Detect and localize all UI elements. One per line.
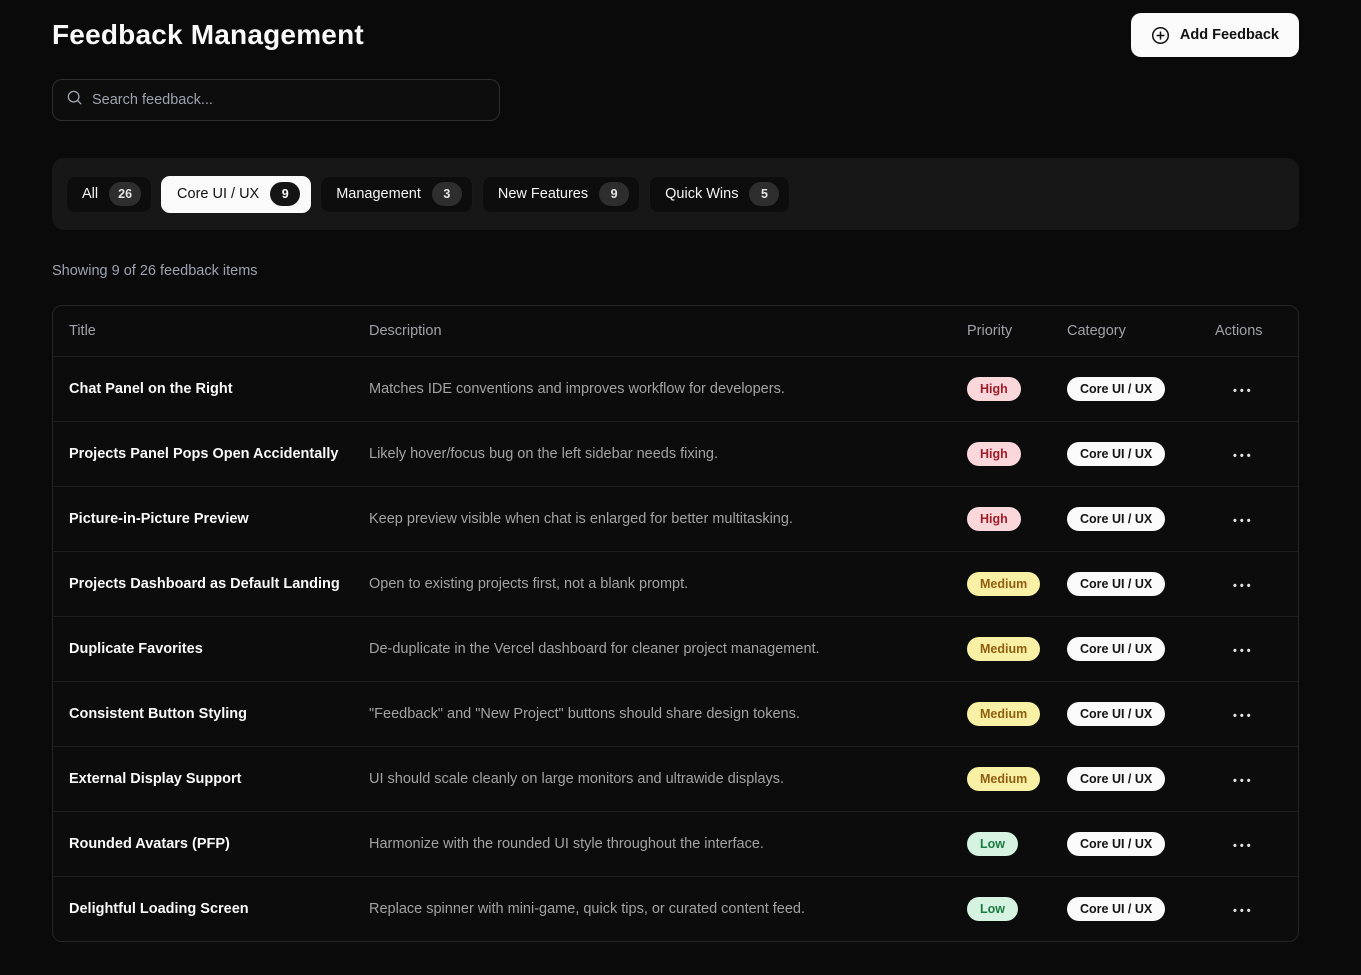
- feedback-description: Harmonize with the rounded UI style thro…: [369, 836, 967, 852]
- row-actions-button[interactable]: •••: [1223, 766, 1264, 793]
- category-badge: Core UI / UX: [1067, 507, 1165, 532]
- ellipsis-icon: •••: [1233, 710, 1254, 722]
- category-badge: Core UI / UX: [1067, 897, 1165, 922]
- category-badge: Core UI / UX: [1067, 377, 1165, 402]
- column-header-priority: Priority: [967, 323, 1067, 339]
- category-badge: Core UI / UX: [1067, 442, 1165, 467]
- page-title: Feedback Management: [52, 13, 364, 51]
- feedback-description: De-duplicate in the Vercel dashboard for…: [369, 641, 967, 657]
- table-row: Chat Panel on the RightMatches IDE conve…: [53, 356, 1298, 421]
- priority-badge: Low: [967, 897, 1018, 922]
- filter-tab-new-features[interactable]: New Features 9: [482, 176, 640, 213]
- ellipsis-icon: •••: [1233, 775, 1254, 787]
- row-actions-button[interactable]: •••: [1223, 701, 1264, 728]
- row-actions-button[interactable]: •••: [1223, 506, 1264, 533]
- filter-tab-all[interactable]: All 26: [66, 176, 152, 213]
- feedback-title: Consistent Button Styling: [69, 706, 369, 722]
- row-actions-button[interactable]: •••: [1223, 441, 1264, 468]
- filter-tab-label: Management: [336, 186, 421, 202]
- priority-badge: High: [967, 377, 1021, 402]
- filter-tab-count-badge: 9: [270, 182, 300, 206]
- column-header-description: Description: [369, 323, 967, 339]
- priority-badge: High: [967, 442, 1021, 467]
- table-row: Delightful Loading ScreenReplace spinner…: [53, 876, 1298, 941]
- feedback-management-page: Feedback Management Add Feedback: [0, 0, 1351, 942]
- row-actions-button[interactable]: •••: [1223, 636, 1264, 663]
- filter-tab-count-badge: 3: [432, 182, 462, 206]
- row-actions-button[interactable]: •••: [1223, 376, 1264, 403]
- priority-badge: High: [967, 507, 1021, 532]
- feedback-description: Likely hover/focus bug on the left sideb…: [369, 446, 967, 462]
- table-row: Duplicate FavoritesDe-duplicate in the V…: [53, 616, 1298, 681]
- table-row: Rounded Avatars (PFP)Harmonize with the …: [53, 811, 1298, 876]
- add-feedback-button[interactable]: Add Feedback: [1131, 13, 1299, 57]
- filter-tab-count-badge: 26: [109, 182, 141, 206]
- feedback-title: Delightful Loading Screen: [69, 901, 369, 917]
- feedback-description: Matches IDE conventions and improves wor…: [369, 381, 967, 397]
- ellipsis-icon: •••: [1233, 450, 1254, 462]
- category-badge: Core UI / UX: [1067, 832, 1165, 857]
- filter-tab-quick-wins[interactable]: Quick Wins 5: [649, 176, 790, 213]
- filter-tab-core-ui-ux[interactable]: Core UI / UX 9: [161, 176, 311, 213]
- filter-tab-label: New Features: [498, 186, 588, 202]
- filter-tab-label: Quick Wins: [665, 186, 738, 202]
- feedback-title: Chat Panel on the Right: [69, 381, 369, 397]
- category-badge: Core UI / UX: [1067, 572, 1165, 597]
- feedback-description: Keep preview visible when chat is enlarg…: [369, 511, 967, 527]
- search-box: [52, 79, 500, 121]
- results-summary: Showing 9 of 26 feedback items: [52, 263, 1299, 279]
- table-row: Consistent Button Styling"Feedback" and …: [53, 681, 1298, 746]
- row-actions-button[interactable]: •••: [1223, 896, 1264, 923]
- feedback-title: Picture-in-Picture Preview: [69, 511, 369, 527]
- category-badge: Core UI / UX: [1067, 767, 1165, 792]
- add-feedback-label: Add Feedback: [1180, 27, 1279, 43]
- ellipsis-icon: •••: [1233, 905, 1254, 917]
- feedback-description: Open to existing projects first, not a b…: [369, 576, 967, 592]
- column-header-title: Title: [69, 323, 369, 339]
- filter-tab-count-badge: 5: [749, 182, 779, 206]
- filter-tabs: All 26 Core UI / UX 9 Management 3 New Feature…: [52, 158, 1299, 230]
- priority-badge: Medium: [967, 767, 1040, 792]
- table-row: Projects Panel Pops Open AccidentallyLik…: [53, 421, 1298, 486]
- category-badge: Core UI / UX: [1067, 702, 1165, 727]
- search-icon: [66, 89, 83, 111]
- priority-badge: Low: [967, 832, 1018, 857]
- table-header: Title Description Priority Category Acti…: [53, 306, 1298, 356]
- page-header: Feedback Management Add Feedback: [52, 13, 1299, 57]
- category-badge: Core UI / UX: [1067, 637, 1165, 662]
- row-actions-button[interactable]: •••: [1223, 571, 1264, 598]
- row-actions-button[interactable]: •••: [1223, 831, 1264, 858]
- table-row: Picture-in-Picture PreviewKeep preview v…: [53, 486, 1298, 551]
- ellipsis-icon: •••: [1233, 645, 1254, 657]
- ellipsis-icon: •••: [1233, 840, 1254, 852]
- filter-tab-label: All: [82, 186, 98, 202]
- ellipsis-icon: •••: [1233, 515, 1254, 527]
- feedback-title: Rounded Avatars (PFP): [69, 836, 369, 852]
- priority-badge: Medium: [967, 572, 1040, 597]
- ellipsis-icon: •••: [1233, 580, 1254, 592]
- feedback-title: Duplicate Favorites: [69, 641, 369, 657]
- feedback-title: External Display Support: [69, 771, 369, 787]
- plus-circle-icon: [1151, 26, 1170, 45]
- feedback-title: Projects Dashboard as Default Landing: [69, 576, 369, 592]
- filter-tab-label: Core UI / UX: [177, 186, 259, 202]
- feedback-description: UI should scale cleanly on large monitor…: [369, 771, 967, 787]
- priority-badge: Medium: [967, 702, 1040, 727]
- table-body: Chat Panel on the RightMatches IDE conve…: [53, 356, 1298, 941]
- search-input[interactable]: [92, 92, 486, 108]
- feedback-title: Projects Panel Pops Open Accidentally: [69, 446, 369, 462]
- filter-tab-management[interactable]: Management 3: [320, 176, 473, 213]
- table-row: Projects Dashboard as Default LandingOpe…: [53, 551, 1298, 616]
- filter-tab-count-badge: 9: [599, 182, 629, 206]
- feedback-description: "Feedback" and "New Project" buttons sho…: [369, 706, 967, 722]
- column-header-actions: Actions: [1215, 323, 1298, 339]
- priority-badge: Medium: [967, 637, 1040, 662]
- feedback-table: Title Description Priority Category Acti…: [52, 305, 1299, 942]
- ellipsis-icon: •••: [1233, 385, 1254, 397]
- table-row: External Display SupportUI should scale …: [53, 746, 1298, 811]
- feedback-description: Replace spinner with mini-game, quick ti…: [369, 901, 967, 917]
- column-header-category: Category: [1067, 323, 1215, 339]
